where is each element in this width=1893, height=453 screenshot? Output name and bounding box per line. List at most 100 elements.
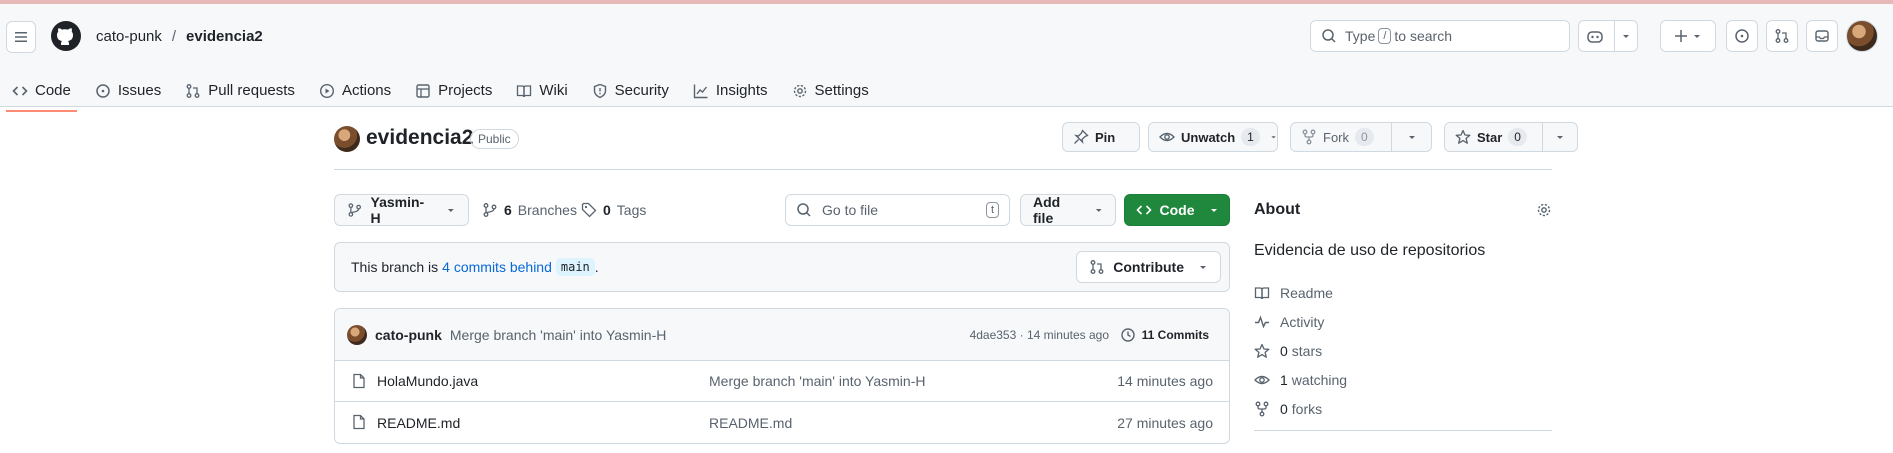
activity-link[interactable]: Activity xyxy=(1254,307,1347,336)
tab-insights[interactable]: Insights xyxy=(681,70,780,111)
tab-issues[interactable]: Issues xyxy=(83,70,173,111)
pin-icon xyxy=(1074,129,1089,144)
tab-actions[interactable]: Actions xyxy=(307,70,403,111)
search-icon xyxy=(1322,29,1336,43)
tab-pull-requests[interactable]: Pull requests xyxy=(173,70,307,111)
issue-icon xyxy=(96,83,110,98)
graph-icon xyxy=(693,84,708,98)
user-avatar[interactable] xyxy=(1846,20,1878,52)
file-name[interactable]: README.md xyxy=(377,415,460,431)
about-list: Readme Activity 0 stars 1 watching 0 for… xyxy=(1254,278,1347,423)
repo-description: Evidencia de uso de repositorios xyxy=(1254,242,1486,259)
breadcrumb: cato-punk / evidencia2 xyxy=(96,28,263,45)
chevron-down-icon xyxy=(1210,209,1217,212)
gear-icon xyxy=(793,84,806,97)
current-branch: Yasmin-H xyxy=(370,194,425,226)
tags-count: 0 xyxy=(603,202,611,218)
base-branch-label[interactable]: main xyxy=(555,258,595,276)
readme-link[interactable]: Readme xyxy=(1254,278,1347,307)
tab-code[interactable]: Code xyxy=(0,70,83,112)
gear-icon[interactable] xyxy=(1536,202,1552,218)
star-count: 0 xyxy=(1508,128,1527,146)
table-row[interactable]: HolaMundo.java Merge branch 'main' into … xyxy=(335,361,1229,402)
branch-status-prefix: This branch is xyxy=(351,259,439,275)
tab-label: Code xyxy=(35,82,71,99)
file-icon xyxy=(353,414,365,430)
copilot-icon xyxy=(1586,31,1603,43)
history-icon xyxy=(1120,327,1135,342)
tab-settings[interactable]: Settings xyxy=(780,70,881,111)
star-icon xyxy=(1254,343,1270,358)
owner-link[interactable]: cato-punk xyxy=(96,28,162,45)
commit-message[interactable]: Merge branch 'main' into Yasmin-H xyxy=(450,327,666,343)
about-divider xyxy=(1254,430,1552,431)
pull-request-icon xyxy=(186,83,200,98)
branch-selector[interactable]: Yasmin-H xyxy=(334,194,469,226)
chevron-down-icon[interactable] xyxy=(1270,132,1277,142)
star-label: Star xyxy=(1477,129,1503,145)
menu-button[interactable] xyxy=(6,21,36,53)
forks-link[interactable]: 0 forks xyxy=(1254,394,1347,423)
about-sidebar: About Evidencia de uso de repositorios R… xyxy=(1254,194,1552,431)
tab-label: Insights xyxy=(715,82,768,99)
fork-button[interactable]: Fork 0 xyxy=(1290,122,1432,152)
tab-label: Settings xyxy=(814,82,869,99)
commit-author[interactable]: cato-punk xyxy=(375,327,442,343)
watch-button[interactable]: Unwatch 1 xyxy=(1148,122,1278,152)
eye-icon xyxy=(1159,132,1175,142)
tab-wiki[interactable]: Wiki xyxy=(504,70,579,111)
repo-link[interactable]: evidencia2 xyxy=(186,28,263,45)
repo-title[interactable]: evidencia2 xyxy=(366,126,473,150)
inbox-button[interactable] xyxy=(1806,20,1838,52)
add-file-label: Add file xyxy=(1033,194,1061,226)
watching-count: 1 xyxy=(1280,371,1288,388)
file-name[interactable]: HolaMundo.java xyxy=(377,373,478,389)
chevron-down-icon xyxy=(1622,35,1629,38)
fork-dropdown[interactable] xyxy=(1391,123,1431,151)
play-icon xyxy=(319,83,334,98)
chevron-down-icon xyxy=(1095,209,1102,212)
file-commit-message[interactable]: README.md xyxy=(709,415,792,431)
tags-link[interactable]: 0 Tags xyxy=(581,202,646,218)
github-logo-icon[interactable] xyxy=(50,20,82,52)
tab-projects[interactable]: Projects xyxy=(403,70,504,111)
go-to-file-input[interactable]: Go to file t xyxy=(785,194,1010,226)
star-dropdown[interactable] xyxy=(1541,123,1577,151)
book-icon xyxy=(517,84,532,97)
star-button[interactable]: Star 0 xyxy=(1444,122,1578,152)
pin-button[interactable]: Pin xyxy=(1062,122,1140,152)
global-search-input[interactable]: Type / to search xyxy=(1310,20,1570,52)
contribute-label: Contribute xyxy=(1113,259,1184,275)
watching-link[interactable]: 1 watching xyxy=(1254,365,1347,394)
branches-label: Branches xyxy=(517,202,577,218)
fork-icon xyxy=(1255,401,1269,416)
chevron-down-icon xyxy=(1556,136,1563,139)
tags-label: Tags xyxy=(616,202,647,218)
copilot-button[interactable] xyxy=(1578,20,1638,52)
watch-count: 1 xyxy=(1241,128,1260,146)
code-button[interactable]: Code xyxy=(1124,194,1230,226)
add-file-button[interactable]: Add file xyxy=(1020,194,1116,226)
create-new-button[interactable] xyxy=(1660,20,1716,52)
breadcrumb-separator: / xyxy=(171,28,177,45)
go-to-file-placeholder: Go to file xyxy=(822,202,879,218)
table-row[interactable]: README.md README.md 27 minutes ago xyxy=(335,402,1229,443)
repo-owner-avatar[interactable] xyxy=(334,126,360,152)
branches-link[interactable]: 6 Branches xyxy=(482,202,577,218)
file-commit-message[interactable]: Merge branch 'main' into Yasmin-H xyxy=(709,373,925,389)
tab-security[interactable]: Security xyxy=(580,70,681,111)
repo-header: evidencia2 Public Pin Unwatch 1 Fork 0 S… xyxy=(334,122,1578,170)
watching-label: watching xyxy=(1291,371,1348,388)
activity-label: Activity xyxy=(1280,313,1325,330)
commit-meta[interactable]: 4dae353 · 14 minutes ago xyxy=(970,328,1109,342)
issues-button[interactable] xyxy=(1726,20,1758,52)
stars-link[interactable]: 0 stars xyxy=(1254,336,1347,365)
go-to-file-shortcut: t xyxy=(985,202,999,218)
fork-label: Fork xyxy=(1323,129,1349,145)
commit-author-avatar[interactable] xyxy=(347,324,367,345)
about-title: About xyxy=(1254,201,1301,218)
contribute-button[interactable]: Contribute xyxy=(1076,251,1221,283)
commits-behind-link[interactable]: 4 commits behind xyxy=(442,259,552,275)
pull-requests-button[interactable] xyxy=(1766,20,1798,52)
commits-link[interactable]: 11 Commits xyxy=(1120,327,1209,343)
